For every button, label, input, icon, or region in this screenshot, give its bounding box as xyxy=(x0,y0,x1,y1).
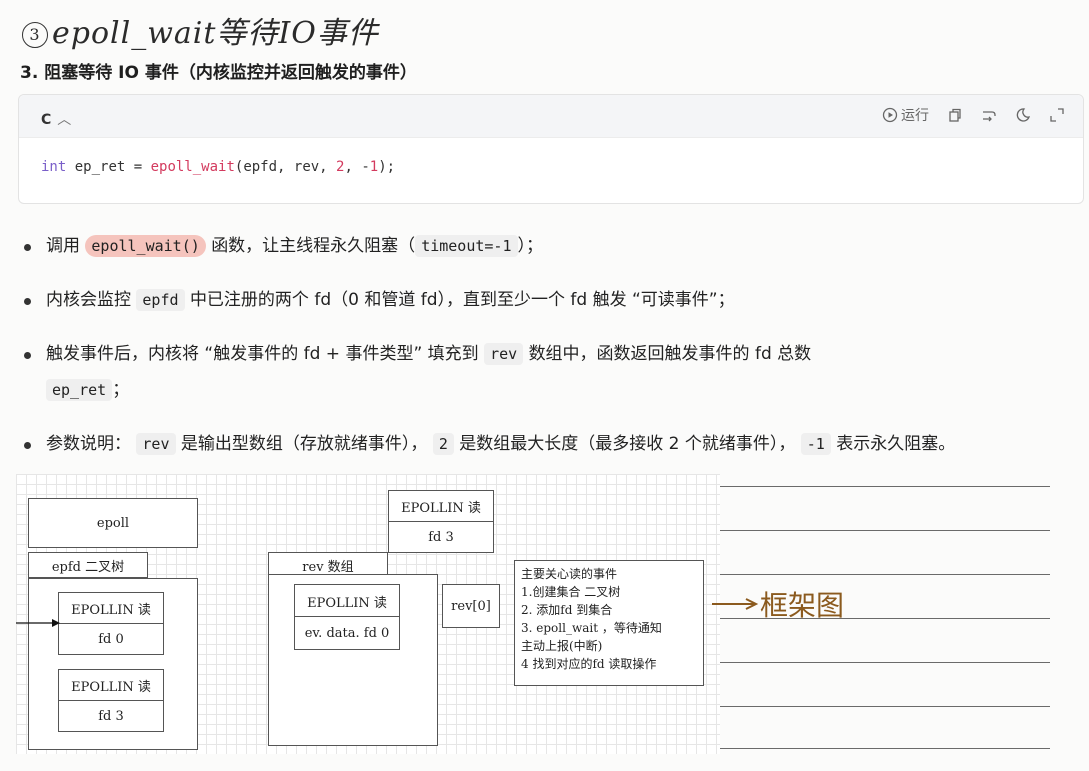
inline-code: timeout=-1 xyxy=(415,235,518,257)
code-function: epoll_wait xyxy=(150,159,235,175)
inline-code: rev xyxy=(484,343,524,365)
moon-icon xyxy=(1016,108,1031,122)
rev0-box: rev[0] xyxy=(442,584,500,628)
note-line: 主要关心读的事件 xyxy=(521,567,618,581)
handwritten-title-text: epoll_wait等待IO事件 xyxy=(52,16,379,51)
expand-button[interactable] xyxy=(1049,107,1065,123)
code-line: int ep_ret = epoll_wait(epfd, rev, 2, -1… xyxy=(41,159,395,175)
inline-code: epoll_wait() xyxy=(85,235,206,257)
top-node-event: EPOLLIN 读 xyxy=(388,490,494,522)
code-args-a: (epfd, rev, xyxy=(234,159,337,175)
handwritten-label: 框架图 xyxy=(760,589,845,622)
ruled-line xyxy=(720,748,1050,749)
note-line: 2. 添加fd 到集合 xyxy=(521,603,613,617)
copy-icon xyxy=(949,108,961,122)
explanation-list: 调用 epoll_wait() 函数，让主线程永久阻塞（ timeout=-1）；… xyxy=(20,228,1085,480)
note-page: 3 epoll_wait等待IO事件 3. 阻塞等待 IO 事件（内核监控并返回触… xyxy=(0,0,1089,771)
text: 是输出型数组（存放就绪事件）， xyxy=(180,434,428,454)
text: 内核会监控 xyxy=(46,290,131,310)
expand-icon xyxy=(1050,108,1064,122)
note-line: 3. epoll_wait ，等待通知 xyxy=(521,621,662,635)
text: 数组中，函数返回触发事件的 fd 总数 xyxy=(528,344,812,364)
epfd-tree-label: epfd 二叉树 xyxy=(28,552,148,578)
chevron-up-icon[interactable]: ︿ xyxy=(57,112,71,128)
section-heading: 3. 阻塞等待 IO 事件（内核监控并返回触发的事件） xyxy=(20,63,417,83)
note-line: 1.创建集合 二叉树 xyxy=(521,585,621,599)
inline-code: ep_ret xyxy=(46,379,113,401)
text: 参数说明： xyxy=(46,434,131,454)
node2-fd: fd 3 xyxy=(58,700,164,732)
text: 中已注册的两个 fd（0 和管道 fd），直到至少一个 fd 触发 “可读事件”… xyxy=(189,290,735,310)
node2-event: EPOLLIN 读 xyxy=(58,669,164,701)
list-item: 参数说明： rev 是输出型数组（存放就绪事件）， 2 是数组最大长度（最多接收… xyxy=(20,426,1085,462)
copy-button[interactable] xyxy=(947,107,963,123)
note-line: 主动上报(中断) xyxy=(521,639,603,653)
text: 表示永久阻塞。 xyxy=(836,434,956,454)
code-tail: ); xyxy=(378,159,396,175)
ruled-line xyxy=(720,662,1050,663)
code-type: int xyxy=(41,159,67,175)
text: 调用 xyxy=(46,236,80,256)
theme-button[interactable] xyxy=(1015,107,1031,123)
rev-item-event: EPOLLIN 读 xyxy=(294,584,400,618)
handwritten-arrow-icon xyxy=(712,598,759,610)
inline-code: 2 xyxy=(432,433,454,455)
text: 触发事件后，内核将 “触发事件的 fd + 事件类型” 填充到 xyxy=(46,344,479,364)
play-circle-icon xyxy=(882,107,898,123)
circled-number: 3 xyxy=(22,22,48,48)
top-node-fd: fd 3 xyxy=(388,521,494,553)
inline-code: rev xyxy=(136,433,176,455)
code-language-label: C xyxy=(41,112,52,128)
run-label: 运行 xyxy=(901,108,929,124)
rev-item-fd: ev. data. fd 0 xyxy=(294,616,400,650)
inline-code: -1 xyxy=(800,433,831,455)
handwritten-title: 3 epoll_wait等待IO事件 xyxy=(22,8,379,52)
framework-diagram: epoll epfd 二叉树 EPOLLIN 读 fd 0 EPOLLIN 读 … xyxy=(16,474,720,754)
ruled-line xyxy=(720,530,1050,531)
code-block: C ︿ 运行 int ep_ret = epoll_wait(epfd, rev… xyxy=(18,94,1084,204)
inline-code: epfd xyxy=(136,289,185,311)
text: 函数，让主线程永久阻塞（ xyxy=(211,236,416,256)
epoll-box: epoll xyxy=(28,498,198,548)
note-line: 4 找到对应的fd 读取操作 xyxy=(521,657,657,671)
code-lhs: ep_ret = xyxy=(66,159,151,175)
node1-event: EPOLLIN 读 xyxy=(58,592,164,624)
code-language[interactable]: C ︿ xyxy=(41,109,71,129)
code-args-b: , - xyxy=(344,159,370,175)
list-item: 触发事件后，内核将 “触发事件的 fd + 事件类型” 填充到 rev 数组中，… xyxy=(20,336,1085,408)
wrap-arrow-icon xyxy=(983,111,996,122)
run-button[interactable]: 运行 xyxy=(882,105,929,125)
ruled-line xyxy=(720,706,1050,707)
wrap-button[interactable] xyxy=(981,107,997,123)
arrow-icon xyxy=(16,619,60,627)
list-item: 内核会监控 epfd 中已注册的两个 fd（0 和管道 fd），直到至少一个 f… xyxy=(20,282,1085,318)
list-item: 调用 epoll_wait() 函数，让主线程永久阻塞（ timeout=-1）； xyxy=(20,228,1085,264)
node1-fd: fd 0 xyxy=(58,623,164,655)
code-number-1: 1 xyxy=(369,159,379,175)
text: ； xyxy=(112,380,130,400)
text: 是数组最大长度（最多接收 2 个就绪事件）， xyxy=(459,434,796,454)
notes-box: 主要关心读的事件 1.创建集合 二叉树 2. 添加fd 到集合 3. epoll… xyxy=(514,560,704,686)
code-block-header: C ︿ 运行 xyxy=(19,95,1083,138)
ruled-line xyxy=(720,486,1050,487)
text: ）； xyxy=(517,236,544,256)
ruled-line xyxy=(720,574,1050,575)
code-toolbar: 运行 xyxy=(882,105,1065,125)
